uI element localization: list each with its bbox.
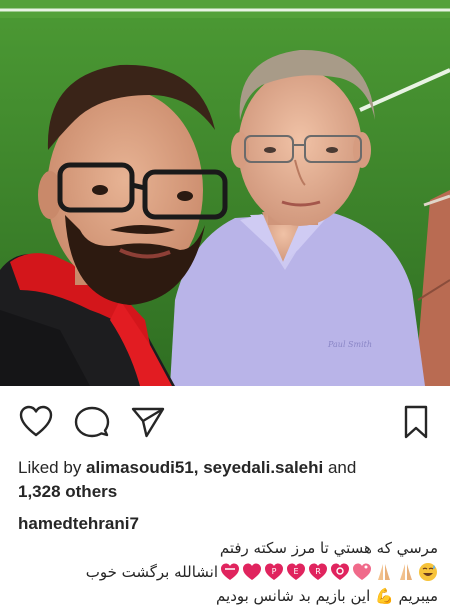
heart-ribbon-icon: [330, 562, 350, 582]
caption-line-2: انشالله برگشت خوب P E R: [18, 560, 438, 584]
beating-heart-icon: [220, 562, 240, 582]
heart-icon: [19, 405, 53, 437]
heart-letter-p-icon: P: [264, 562, 284, 582]
likes-conj: and: [323, 458, 357, 477]
heart-letter-e-icon: E: [286, 562, 306, 582]
liker-link-1[interactable]: alimasoudi51: [86, 458, 194, 477]
photo-illustration: Paul Smith: [0, 0, 450, 386]
svg-text:P: P: [272, 567, 277, 576]
action-bar: [0, 400, 450, 446]
likes-separator: ,: [193, 458, 204, 477]
caption-line-3: میبریم 💪 این بازیم بد شانس بودیم: [216, 587, 438, 605]
paper-plane-icon: [131, 407, 165, 438]
svg-text:E: E: [293, 567, 298, 576]
share-button[interactable]: [130, 404, 166, 440]
praying-hands-icon: [374, 562, 394, 582]
caption: hamedtehrani7 مرسي كه هستي تا مرز سكته ر…: [18, 512, 438, 608]
heart-letter-r-icon: R: [308, 562, 328, 582]
caption-line-1: مرسي كه هستي تا مرز سكته رفتم: [219, 539, 438, 557]
likes-prefix: Liked by: [18, 458, 87, 477]
praying-hands-icon-2: [396, 562, 416, 582]
like-button[interactable]: [18, 404, 54, 440]
caption-line-2-text: انشالله برگشت خوب: [85, 563, 218, 581]
comment-button[interactable]: [74, 404, 110, 440]
likes-summary: Liked by alimasoudi51, seyedali.salehi a…: [18, 456, 438, 504]
red-heart-icon: [242, 562, 262, 582]
caption-username[interactable]: hamedtehrani7: [18, 512, 438, 536]
svg-text:R: R: [315, 567, 321, 576]
comment-icon: [74, 406, 110, 438]
sparkling-heart-icon: [352, 562, 372, 582]
bookmark-icon: [404, 405, 428, 439]
post-photo[interactable]: Paul Smith: [0, 0, 450, 386]
save-button[interactable]: [398, 404, 434, 440]
likes-others-link[interactable]: 1,328 others: [18, 482, 117, 501]
liker-link-2[interactable]: seyedali.salehi: [203, 458, 323, 477]
smiling-sweat-face-icon: [418, 562, 438, 582]
shirt-brand-text: Paul Smith: [327, 340, 372, 349]
